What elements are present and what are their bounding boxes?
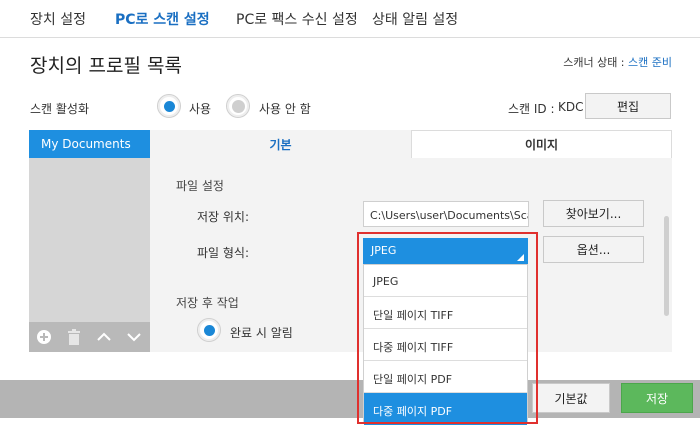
top-tab-bar: 장치 설정 PC로 스캔 설정 PC로 팩스 수신 설정 상태 알림 설정	[0, 0, 700, 38]
top-tab-status-alert[interactable]: 상태 알림 설정	[372, 9, 458, 29]
radio-enable[interactable]	[157, 94, 181, 118]
edit-button[interactable]: 편집	[585, 93, 671, 119]
options-button[interactable]: 옵션...	[543, 236, 644, 263]
profile-list: My Documents	[29, 130, 150, 352]
save-location-field[interactable]: C:\Users\user\Documents\Scan	[363, 201, 529, 227]
plus-circle-icon[interactable]	[29, 322, 59, 352]
trash-icon[interactable]	[59, 322, 89, 352]
panel-scrollbar[interactable]	[664, 216, 669, 316]
notify-on-complete-label[interactable]: 완료 시 알림	[230, 324, 293, 341]
top-tab-fax-to-pc[interactable]: PC로 팩스 수신 설정	[236, 9, 358, 29]
top-tab-device-settings[interactable]: 장치 설정	[30, 9, 86, 29]
settings-tab-bar: 기본 이미지	[150, 130, 672, 158]
default-button[interactable]: 기본값	[532, 383, 610, 413]
top-tab-scan-to-pc[interactable]: PC로 스캔 설정	[115, 9, 210, 29]
highlight-annotation	[357, 232, 538, 424]
radio-enable-label[interactable]: 사용	[189, 100, 211, 117]
scan-id-value: KDC	[558, 100, 584, 114]
notify-on-complete-radio[interactable]	[197, 318, 221, 342]
scanner-status: 스캐너 상태 : 스캔 준비	[563, 54, 672, 70]
profile-item-my-documents[interactable]: My Documents	[29, 130, 150, 158]
scan-id-label: 스캔 ID :	[508, 102, 555, 116]
radio-disable-label[interactable]: 사용 안 함	[259, 100, 311, 117]
radio-disable[interactable]	[226, 94, 250, 118]
chevron-up-icon[interactable]	[89, 322, 119, 352]
scanner-status-label: 스캐너 상태 :	[563, 56, 629, 69]
profile-toolbar	[29, 322, 150, 352]
scanner-status-value: 스캔 준비	[628, 56, 672, 69]
background-window-strip	[0, 418, 700, 426]
page-title: 장치의 프로필 목록	[30, 55, 182, 77]
save-button[interactable]: 저장	[621, 383, 693, 413]
file-settings-title: 파일 설정	[176, 179, 224, 193]
chevron-down-icon[interactable]	[119, 322, 149, 352]
file-format-label: 파일 형식:	[197, 246, 250, 260]
scan-activation-label: 스캔 활성화	[30, 102, 90, 116]
tab-basic[interactable]: 기본	[150, 130, 411, 158]
after-save-title: 저장 후 작업	[176, 296, 239, 310]
browse-button[interactable]: 찾아보기...	[543, 200, 644, 227]
save-location-label: 저장 위치:	[197, 210, 250, 224]
tab-image[interactable]: 이미지	[411, 130, 672, 158]
